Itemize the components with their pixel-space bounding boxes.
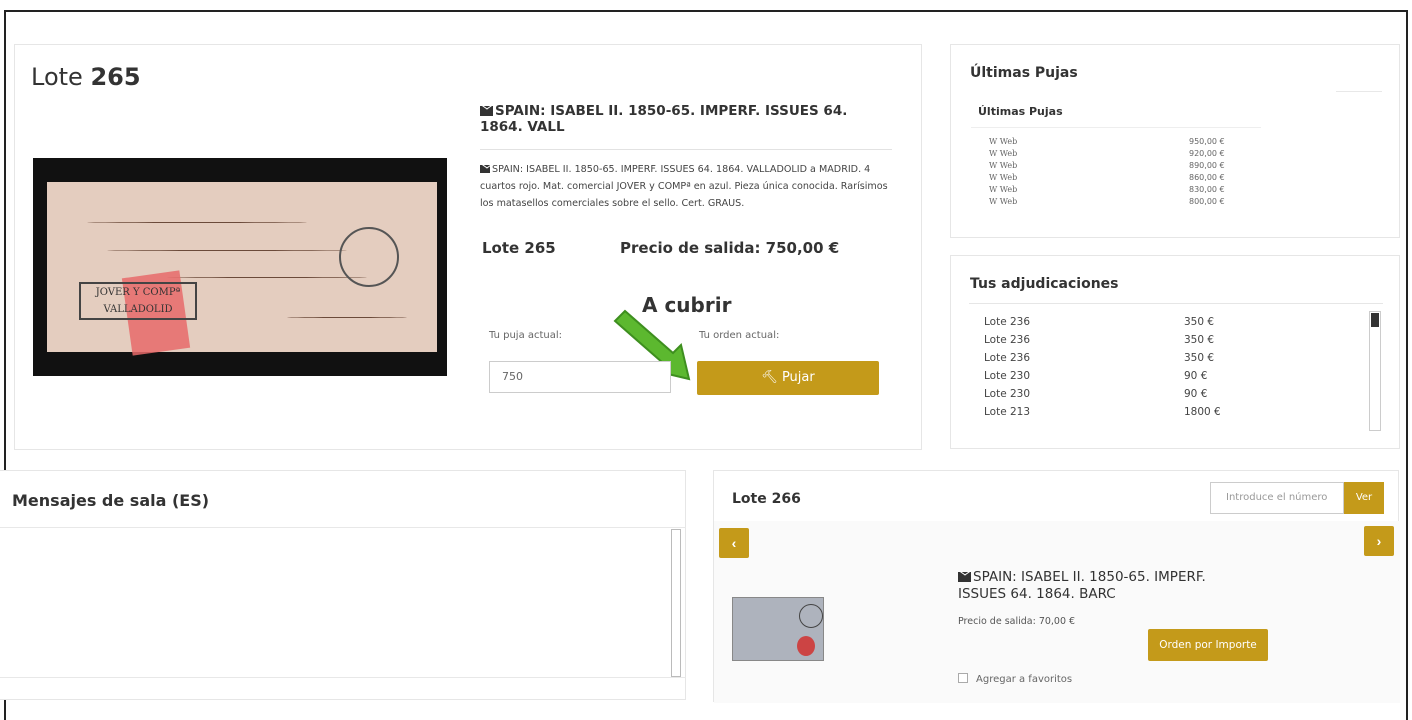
scrollbar-thumb[interactable] [1371,313,1379,327]
next-lot-title: Lote 266 [732,491,801,507]
divider [0,677,686,678]
lot-title: Lote 265 [31,63,141,91]
list-item: Lote 230 90 € [984,370,1208,382]
divider [971,127,1261,128]
divider [480,149,892,150]
chevron-left-icon: ‹ [731,535,737,551]
adjudications-panel: Tus adjudicaciones Lote 236 350 € Lote 23… [950,255,1400,449]
envelope-icon [480,165,490,173]
room-messages-title: Mensajes de sala (ES) [12,491,210,510]
lot-image[interactable]: JOVER Y COMPª VALLADOLID [33,158,447,376]
current-order-label: Tu orden actual: [699,330,780,341]
chevron-right-icon: › [1376,533,1382,549]
list-item: Lote 213 1800 € [984,406,1221,418]
envelope-graphic: JOVER Y COMPª VALLADOLID [47,182,437,356]
envelope-icon [480,106,493,116]
bid-input[interactable]: 750 [489,361,671,393]
latest-bids-subtitle: Últimas Pujas [978,105,1063,118]
current-bid-label: Tu puja actual: [489,330,563,341]
gavel-icon: 🔨︎ [761,370,778,385]
starting-price: Precio de salida: 750,00 € [620,239,840,257]
favorites-checkbox[interactable] [958,673,968,683]
divider [1336,91,1382,92]
envelope-icon [958,572,971,582]
scrollbar[interactable] [1369,311,1381,431]
latest-bids-panel: Últimas Pujas Últimas Pujas W Web 950,00 … [950,44,1400,238]
next-lot-panel: Lote 266 Introduce el número Ver ‹ › SPA… [713,470,1400,703]
view-button[interactable]: Ver [1344,482,1384,514]
lot-heading: SPAIN: ISABEL II. 1850-65. IMPERF. ISSUE… [480,103,848,135]
list-item: W Web 830,00 € [989,185,1225,194]
divider [0,527,686,528]
next-lot-heading[interactable]: SPAIN: ISABEL II. 1850-65. IMPERF. ISSUE… [958,569,1258,603]
add-to-favorites[interactable]: Agregar a favoritos [958,673,1072,685]
list-item: Lote 230 90 € [984,388,1208,400]
divider [969,303,1383,304]
list-item: W Web 950,00 € [989,137,1225,146]
list-item: W Web 800,00 € [989,197,1225,206]
list-item: Lote 236 350 € [984,334,1215,346]
commercial-cancel: JOVER Y COMPª VALLADOLID [79,282,197,320]
list-item: W Web 860,00 € [989,173,1225,182]
prev-lot-button[interactable]: ‹ [719,528,749,558]
lot-number-input[interactable]: Introduce el número [1210,482,1344,514]
list-item: Lote 236 350 € [984,316,1215,328]
latest-bids-title: Últimas Pujas [970,65,1078,81]
lot-panel: Lote 265 JOVER Y COMPª VALLADOLID SPAIN:… [14,44,922,450]
postmark-graphic [339,227,399,287]
order-by-amount-button[interactable]: Orden por Importe [1148,629,1268,661]
next-lot-image[interactable] [732,597,824,661]
next-lot-price: Precio de salida: 70,00 € [958,616,1076,627]
bid-button[interactable]: 🔨︎ Pujar [697,361,879,395]
postmark-graphic [799,604,823,628]
list-item: Lote 236 350 € [984,352,1215,364]
list-item: W Web 920,00 € [989,149,1225,158]
list-item: W Web 890,00 € [989,161,1225,170]
lot-description: SPAIN: ISABEL II. 1850-65. IMPERF. ISSUE… [480,164,888,209]
room-messages-panel: Mensajes de sala (ES) [0,470,686,700]
stamp-graphic [797,636,815,656]
next-lot-button[interactable]: › [1364,526,1394,556]
scrollbar[interactable] [671,529,681,677]
lot-number: Lote 265 [482,239,556,257]
adjudications-title: Tus adjudicaciones [970,276,1119,292]
